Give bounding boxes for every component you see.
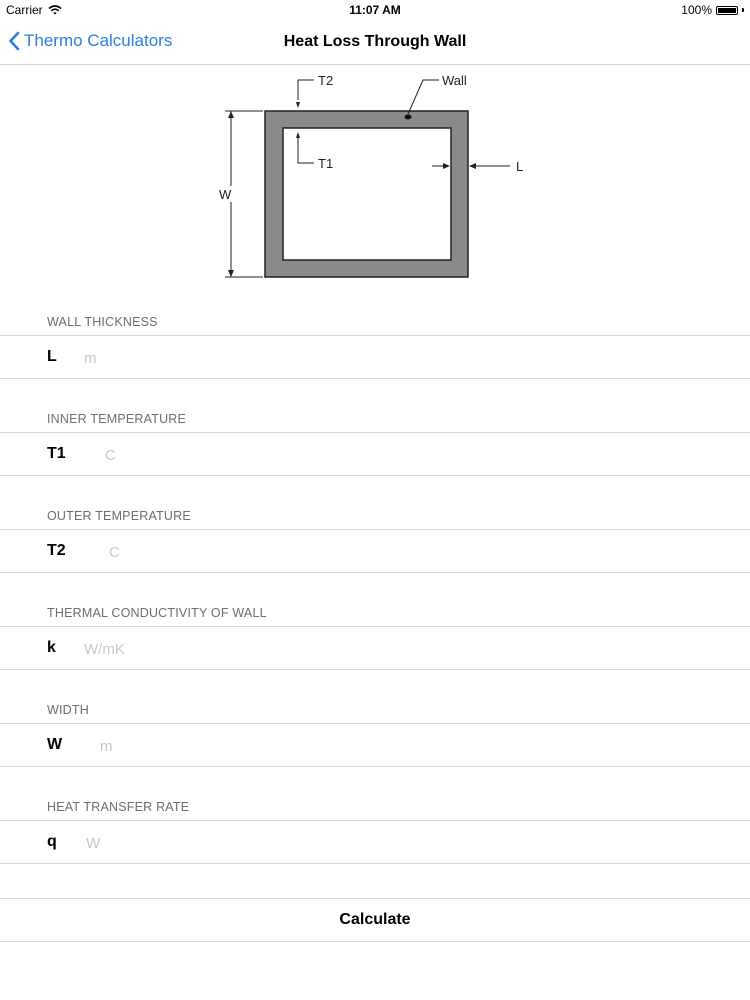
width-input[interactable] [98,733,602,759]
wall-thickness-input[interactable] [82,345,586,371]
battery-percent: 100% [681,3,712,17]
diagram-label-l: L [516,159,523,174]
thermal-conductivity-symbol: k [47,639,56,656]
wall-diagram: T2 Wall T1 L W [218,73,523,278]
width-row: W [0,723,750,767]
status-time: 11:07 AM [349,3,401,17]
thermal-conductivity-input[interactable] [82,636,586,662]
wall-inner-cavity [282,127,452,261]
calculate-button[interactable]: Calculate [0,898,750,942]
thermal-conductivity-row: k [0,626,750,670]
wall-thickness-row: L [0,335,750,379]
heat-transfer-rate-input[interactable] [84,830,588,856]
diagram-label-t1: T1 [318,156,333,171]
outer-temperature-row: T2 [0,529,750,573]
battery-group: 100% [681,3,744,17]
inner-temperature-symbol: T1 [47,445,66,462]
width-symbol: W [47,736,63,753]
diagram-label-w: W [219,187,232,202]
heat-transfer-rate-symbol: q [47,833,57,850]
wall-thickness-symbol: L [47,348,57,365]
calculate-label: Calculate [339,911,411,928]
diagram-label-wall: Wall [442,73,467,88]
battery-icon [716,5,738,15]
inner-temperature-row: T1 [0,432,750,476]
battery-nub [742,8,744,12]
width-header: WIDTH [47,703,89,717]
thermal-conductivity-header: THERMAL CONDUCTIVITY OF WALL [47,606,267,620]
page-title: Heat Loss Through Wall [283,33,467,50]
heat-transfer-rate-header: HEAT TRANSFER RATE [47,800,190,814]
inner-temperature-header: INNER TEMPERATURE [47,412,187,426]
outer-temperature-header: OUTER TEMPERATURE [47,509,191,523]
wall-thickness-header: WALL THICKNESS [47,315,158,329]
diagram-label-t2: T2 [318,73,333,88]
navigation-bar: Thermo Calculators Heat Loss Through Wal… [0,22,750,65]
outer-temperature-input[interactable] [107,539,611,565]
heat-transfer-rate-row: q [0,820,750,864]
status-bar: Carrier 11:07 AM 100% [0,0,750,22]
outer-temperature-symbol: T2 [47,542,66,559]
inner-temperature-input[interactable] [103,442,607,468]
